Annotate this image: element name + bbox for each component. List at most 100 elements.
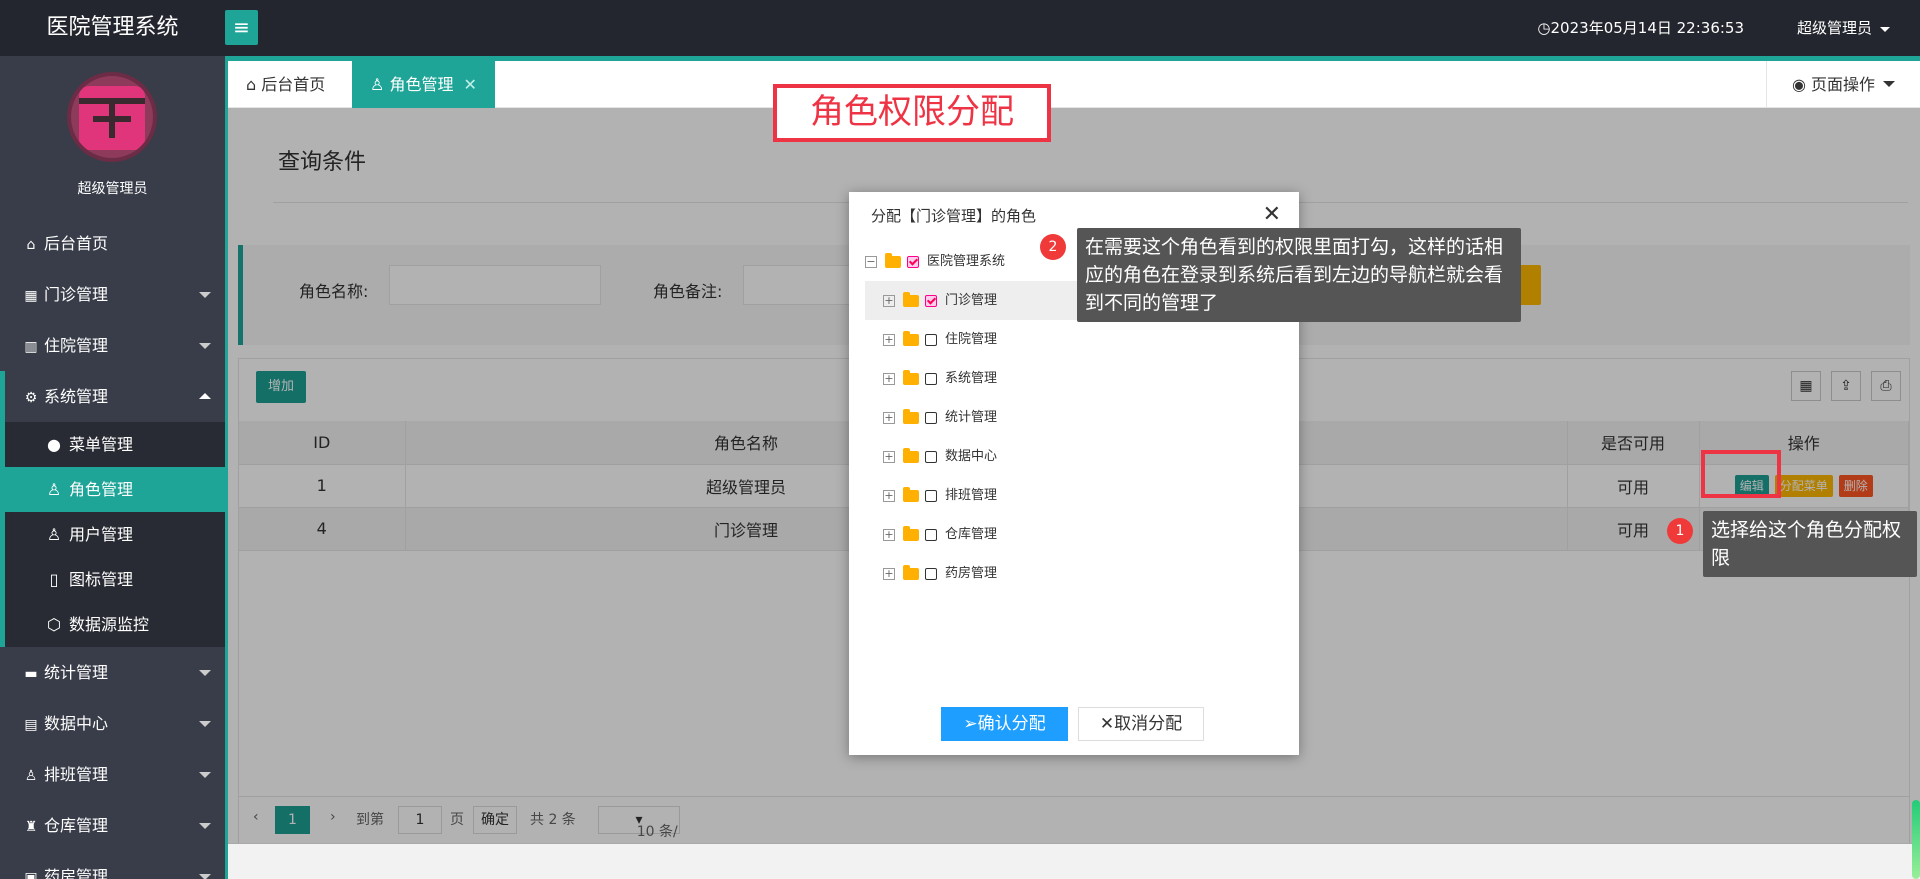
list-icon: ▤ — [24, 717, 38, 733]
chevron-down-icon — [199, 721, 211, 733]
dialog-title: 分配【门诊管理】的角色 — [871, 207, 1037, 225]
bag-icon: ▣ — [24, 870, 38, 879]
sidebar-item-system[interactable]: ⚙ 系统管理 — [0, 371, 225, 422]
expand-icon[interactable]: + — [883, 450, 895, 463]
tree-node[interactable]: + 药房管理 — [865, 554, 1285, 593]
sidebar-item-pharmacy[interactable]: ▣ 药房管理 — [0, 851, 225, 879]
home-icon: ⌂ — [246, 75, 257, 94]
checkbox[interactable] — [925, 294, 937, 307]
folder-icon — [903, 486, 919, 502]
checkbox[interactable] — [925, 528, 937, 541]
monitor-icon: ▬ — [24, 666, 38, 682]
tree-node[interactable]: + 仓库管理 — [865, 515, 1285, 554]
menu-toggle-button[interactable]: ≡ — [225, 10, 258, 45]
folder-icon — [903, 525, 919, 541]
chevron-down-icon — [199, 670, 211, 682]
chevron-up-icon — [199, 387, 211, 399]
page-ops-menu[interactable]: ◉ 页面操作 — [1766, 61, 1920, 108]
step-badge-1: 1 — [1667, 518, 1693, 544]
checkbox[interactable] — [925, 333, 937, 346]
folder-icon — [903, 564, 919, 580]
send-icon: ➢ — [963, 714, 978, 734]
tab-bar: ⌂ 后台首页 ♙ 角色管理 ✕ ◉ 页面操作 — [228, 56, 1920, 108]
close-icon[interactable]: ✕ — [1263, 202, 1281, 227]
scrollbar[interactable] — [1912, 800, 1920, 879]
sidebar-item-users[interactable]: ♙ 用户管理 — [5, 512, 225, 557]
folder-icon — [903, 291, 919, 307]
sidebar-item-statistics[interactable]: ▬ 统计管理 — [0, 647, 225, 698]
expand-icon[interactable]: + — [883, 567, 895, 580]
system-submenu: ● 菜单管理 ♙ 角色管理 ♙ 用户管理 ▯ 图标管理 ⬡ 数据源监控 — [0, 422, 225, 647]
checkbox[interactable] — [907, 255, 919, 268]
folder-icon — [903, 447, 919, 463]
chevron-down-icon — [199, 772, 211, 784]
checkbox[interactable] — [925, 567, 937, 580]
datetime: ◷2023年05月14日 22:36:53 — [1537, 19, 1744, 37]
folder-icon — [903, 408, 919, 424]
folder-open-icon — [885, 252, 901, 268]
tree-node[interactable]: + 统计管理 — [865, 398, 1285, 437]
building-icon: ▥ — [24, 339, 38, 355]
clock-icon: ◷ — [1537, 19, 1551, 37]
expand-icon[interactable]: + — [883, 333, 895, 346]
annotation-title: 角色权限分配 — [773, 84, 1051, 142]
note-icon: ▯ — [49, 570, 59, 589]
checkbox[interactable] — [925, 372, 937, 385]
home-icon: ⌂ — [26, 237, 36, 253]
tab-role[interactable]: ♙ 角色管理 ✕ — [352, 61, 495, 108]
expand-icon[interactable]: + — [883, 528, 895, 541]
tab-home[interactable]: ⌂ 后台首页 — [228, 61, 343, 108]
menu-icon: ● — [47, 435, 61, 454]
user-icon: ♙ — [46, 480, 62, 499]
user-menu[interactable]: 超级管理员 — [1797, 0, 1890, 56]
sidebar-item-inpatient[interactable]: ▥ 住院管理 — [0, 320, 225, 371]
close-icon[interactable]: ✕ — [463, 75, 476, 94]
sidebar-item-datasource[interactable]: ⬡ 数据源监控 — [5, 602, 225, 647]
sidebar-item-menu[interactable]: ● 菜单管理 — [5, 422, 225, 467]
user-icon: ♙ — [370, 75, 385, 94]
person-icon: ♙ — [24, 768, 38, 784]
grid-icon: ▦ — [24, 288, 38, 304]
checkbox[interactable] — [925, 450, 937, 463]
footer-strip — [228, 843, 1920, 879]
folder-icon — [903, 330, 919, 346]
chevron-down-icon — [199, 292, 211, 304]
avatar — [67, 72, 157, 162]
tree-node[interactable]: + 住院管理 — [865, 320, 1285, 359]
sidebar: 超级管理员 ⌂ 后台首页 ▦ 门诊管理 ▥ 住院管理 ⚙ 系统管理 ● 菜单管理 ♙ 角色管… — [0, 56, 225, 879]
checkbox[interactable] — [925, 411, 937, 424]
tree-node[interactable]: + 排班管理 — [865, 476, 1285, 515]
expand-icon[interactable]: + — [883, 372, 895, 385]
tooltip-step-1: 选择给这个角色分配权限 — [1703, 511, 1917, 577]
chevron-down-icon — [199, 823, 211, 835]
chevron-down-icon — [199, 343, 211, 355]
sidebar-item-schedule[interactable]: ♙ 排班管理 — [0, 749, 225, 800]
app-title: 医院管理系统 — [46, 15, 179, 40]
close-icon: ✕ — [1099, 714, 1115, 734]
sidebar-item-datacenter[interactable]: ▤ 数据中心 — [0, 698, 225, 749]
sidebar-item-warehouse[interactable]: ♜ 仓库管理 — [0, 800, 225, 851]
cube-icon: ⬡ — [47, 615, 61, 634]
tree-node[interactable]: + 数据中心 — [865, 437, 1285, 476]
tooltip-step-2: 在需要这个角色看到的权限里面打勾，这样的话相应的角色在登录到系统后看到左边的导航… — [1077, 228, 1521, 322]
confirm-assign-button[interactable]: ➢确认分配 — [941, 707, 1068, 741]
users-icon: ♙ — [46, 525, 62, 544]
sidebar-item-home[interactable]: ⌂ 后台首页 — [0, 218, 225, 269]
expand-icon[interactable]: + — [883, 411, 895, 424]
highlight-box — [1701, 450, 1781, 498]
expand-icon[interactable]: + — [883, 489, 895, 502]
sidebar-item-role[interactable]: ♙ 角色管理 — [5, 467, 225, 512]
target-icon: ◉ — [1791, 75, 1806, 94]
expand-icon[interactable]: + — [883, 294, 895, 307]
sidebar-item-icons[interactable]: ▯ 图标管理 — [5, 557, 225, 602]
chevron-down-icon — [199, 874, 211, 879]
collapse-icon[interactable]: − — [865, 255, 877, 268]
step-badge-2: 2 — [1040, 234, 1066, 260]
sidebar-username: 超级管理员 — [77, 181, 148, 197]
tree-node[interactable]: + 系统管理 — [865, 359, 1285, 398]
sidebar-item-outpatient[interactable]: ▦ 门诊管理 — [0, 269, 225, 320]
bus-icon: ♜ — [24, 819, 38, 835]
checkbox[interactable] — [925, 489, 937, 502]
folder-icon — [903, 369, 919, 385]
cancel-assign-button[interactable]: ✕取消分配 — [1078, 707, 1204, 741]
